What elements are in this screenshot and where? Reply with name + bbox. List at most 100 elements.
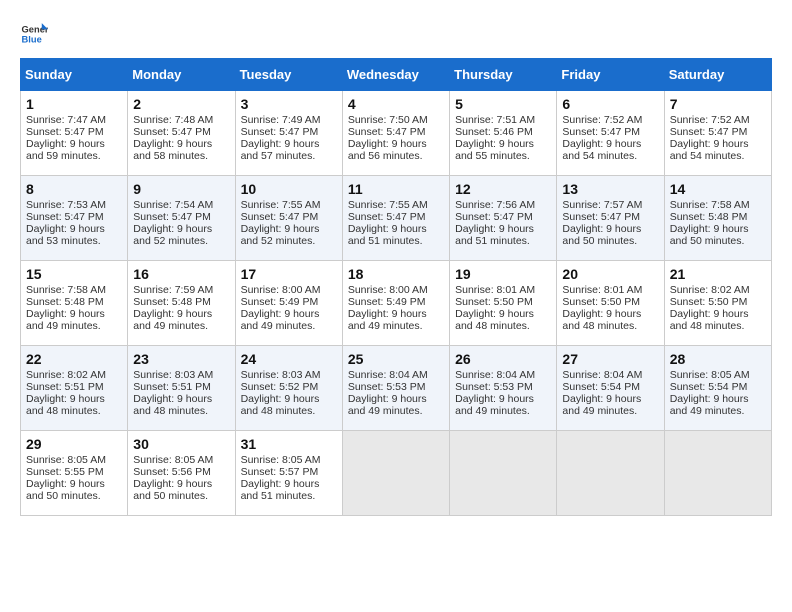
weekday-header: Saturday bbox=[664, 59, 771, 91]
sunrise-text: Sunrise: 7:56 AM bbox=[455, 199, 535, 211]
sunrise-text: Sunrise: 7:55 AM bbox=[241, 199, 321, 211]
day-number: 25 bbox=[348, 351, 444, 367]
calendar-week-row: 29 Sunrise: 8:05 AM Sunset: 5:55 PM Dayl… bbox=[21, 431, 772, 516]
page-header: General Blue bbox=[20, 20, 772, 48]
sunrise-text: Sunrise: 7:52 AM bbox=[670, 114, 750, 126]
daylight-text: Daylight: 9 hours and 50 minutes. bbox=[562, 223, 641, 247]
sunset-text: Sunset: 5:51 PM bbox=[26, 381, 104, 393]
calendar-cell bbox=[557, 431, 664, 516]
calendar-cell: 14 Sunrise: 7:58 AM Sunset: 5:48 PM Dayl… bbox=[664, 176, 771, 261]
sunrise-text: Sunrise: 8:02 AM bbox=[26, 369, 106, 381]
sunrise-text: Sunrise: 7:50 AM bbox=[348, 114, 428, 126]
calendar-cell: 12 Sunrise: 7:56 AM Sunset: 5:47 PM Dayl… bbox=[450, 176, 557, 261]
day-number: 29 bbox=[26, 436, 122, 452]
calendar-cell: 27 Sunrise: 8:04 AM Sunset: 5:54 PM Dayl… bbox=[557, 346, 664, 431]
daylight-text: Daylight: 9 hours and 56 minutes. bbox=[348, 138, 427, 162]
sunset-text: Sunset: 5:47 PM bbox=[670, 126, 748, 138]
calendar-cell: 29 Sunrise: 8:05 AM Sunset: 5:55 PM Dayl… bbox=[21, 431, 128, 516]
daylight-text: Daylight: 9 hours and 50 minutes. bbox=[133, 478, 212, 502]
day-number: 3 bbox=[241, 96, 337, 112]
sunrise-text: Sunrise: 7:47 AM bbox=[26, 114, 106, 126]
daylight-text: Daylight: 9 hours and 52 minutes. bbox=[241, 223, 320, 247]
sunset-text: Sunset: 5:55 PM bbox=[26, 466, 104, 478]
calendar-cell: 28 Sunrise: 8:05 AM Sunset: 5:54 PM Dayl… bbox=[664, 346, 771, 431]
calendar-cell: 23 Sunrise: 8:03 AM Sunset: 5:51 PM Dayl… bbox=[128, 346, 235, 431]
daylight-text: Daylight: 9 hours and 48 minutes. bbox=[455, 308, 534, 332]
sunrise-text: Sunrise: 7:49 AM bbox=[241, 114, 321, 126]
day-number: 8 bbox=[26, 181, 122, 197]
sunset-text: Sunset: 5:48 PM bbox=[670, 211, 748, 223]
day-number: 21 bbox=[670, 266, 766, 282]
day-number: 5 bbox=[455, 96, 551, 112]
daylight-text: Daylight: 9 hours and 58 minutes. bbox=[133, 138, 212, 162]
sunrise-text: Sunrise: 8:01 AM bbox=[562, 284, 642, 296]
day-number: 7 bbox=[670, 96, 766, 112]
daylight-text: Daylight: 9 hours and 49 minutes. bbox=[562, 393, 641, 417]
calendar-cell: 20 Sunrise: 8:01 AM Sunset: 5:50 PM Dayl… bbox=[557, 261, 664, 346]
sunrise-text: Sunrise: 7:58 AM bbox=[670, 199, 750, 211]
sunset-text: Sunset: 5:56 PM bbox=[133, 466, 211, 478]
daylight-text: Daylight: 9 hours and 49 minutes. bbox=[348, 308, 427, 332]
sunset-text: Sunset: 5:57 PM bbox=[241, 466, 319, 478]
day-number: 6 bbox=[562, 96, 658, 112]
sunset-text: Sunset: 5:47 PM bbox=[562, 126, 640, 138]
sunrise-text: Sunrise: 8:04 AM bbox=[348, 369, 428, 381]
calendar-cell: 7 Sunrise: 7:52 AM Sunset: 5:47 PM Dayli… bbox=[664, 91, 771, 176]
calendar-cell: 15 Sunrise: 7:58 AM Sunset: 5:48 PM Dayl… bbox=[21, 261, 128, 346]
sunrise-text: Sunrise: 8:02 AM bbox=[670, 284, 750, 296]
sunrise-text: Sunrise: 8:03 AM bbox=[133, 369, 213, 381]
daylight-text: Daylight: 9 hours and 52 minutes. bbox=[133, 223, 212, 247]
sunset-text: Sunset: 5:48 PM bbox=[133, 296, 211, 308]
day-number: 27 bbox=[562, 351, 658, 367]
sunset-text: Sunset: 5:54 PM bbox=[562, 381, 640, 393]
calendar-cell bbox=[342, 431, 449, 516]
calendar-cell: 17 Sunrise: 8:00 AM Sunset: 5:49 PM Dayl… bbox=[235, 261, 342, 346]
sunset-text: Sunset: 5:47 PM bbox=[348, 126, 426, 138]
sunset-text: Sunset: 5:49 PM bbox=[241, 296, 319, 308]
svg-text:Blue: Blue bbox=[22, 35, 42, 45]
sunset-text: Sunset: 5:47 PM bbox=[26, 211, 104, 223]
day-number: 1 bbox=[26, 96, 122, 112]
sunset-text: Sunset: 5:51 PM bbox=[133, 381, 211, 393]
calendar-cell: 10 Sunrise: 7:55 AM Sunset: 5:47 PM Dayl… bbox=[235, 176, 342, 261]
sunset-text: Sunset: 5:54 PM bbox=[670, 381, 748, 393]
sunset-text: Sunset: 5:47 PM bbox=[241, 211, 319, 223]
daylight-text: Daylight: 9 hours and 48 minutes. bbox=[670, 308, 749, 332]
calendar-cell: 3 Sunrise: 7:49 AM Sunset: 5:47 PM Dayli… bbox=[235, 91, 342, 176]
sunrise-text: Sunrise: 8:05 AM bbox=[241, 454, 321, 466]
calendar-cell: 30 Sunrise: 8:05 AM Sunset: 5:56 PM Dayl… bbox=[128, 431, 235, 516]
daylight-text: Daylight: 9 hours and 49 minutes. bbox=[241, 308, 320, 332]
day-number: 9 bbox=[133, 181, 229, 197]
day-number: 10 bbox=[241, 181, 337, 197]
day-number: 31 bbox=[241, 436, 337, 452]
calendar-cell bbox=[450, 431, 557, 516]
sunrise-text: Sunrise: 8:01 AM bbox=[455, 284, 535, 296]
daylight-text: Daylight: 9 hours and 48 minutes. bbox=[26, 393, 105, 417]
sunset-text: Sunset: 5:47 PM bbox=[241, 126, 319, 138]
calendar-cell: 24 Sunrise: 8:03 AM Sunset: 5:52 PM Dayl… bbox=[235, 346, 342, 431]
day-number: 2 bbox=[133, 96, 229, 112]
weekday-header: Wednesday bbox=[342, 59, 449, 91]
sunset-text: Sunset: 5:47 PM bbox=[133, 126, 211, 138]
day-number: 26 bbox=[455, 351, 551, 367]
sunrise-text: Sunrise: 7:51 AM bbox=[455, 114, 535, 126]
weekday-header: Friday bbox=[557, 59, 664, 91]
daylight-text: Daylight: 9 hours and 50 minutes. bbox=[670, 223, 749, 247]
daylight-text: Daylight: 9 hours and 49 minutes. bbox=[26, 308, 105, 332]
logo-icon: General Blue bbox=[20, 20, 48, 48]
day-number: 4 bbox=[348, 96, 444, 112]
day-number: 30 bbox=[133, 436, 229, 452]
calendar-header: SundayMondayTuesdayWednesdayThursdayFrid… bbox=[21, 59, 772, 91]
daylight-text: Daylight: 9 hours and 49 minutes. bbox=[348, 393, 427, 417]
daylight-text: Daylight: 9 hours and 57 minutes. bbox=[241, 138, 320, 162]
daylight-text: Daylight: 9 hours and 49 minutes. bbox=[670, 393, 749, 417]
sunrise-text: Sunrise: 7:59 AM bbox=[133, 284, 213, 296]
day-number: 14 bbox=[670, 181, 766, 197]
daylight-text: Daylight: 9 hours and 48 minutes. bbox=[562, 308, 641, 332]
daylight-text: Daylight: 9 hours and 50 minutes. bbox=[26, 478, 105, 502]
weekday-header: Monday bbox=[128, 59, 235, 91]
sunset-text: Sunset: 5:53 PM bbox=[455, 381, 533, 393]
daylight-text: Daylight: 9 hours and 51 minutes. bbox=[348, 223, 427, 247]
calendar-cell: 19 Sunrise: 8:01 AM Sunset: 5:50 PM Dayl… bbox=[450, 261, 557, 346]
sunset-text: Sunset: 5:47 PM bbox=[562, 211, 640, 223]
